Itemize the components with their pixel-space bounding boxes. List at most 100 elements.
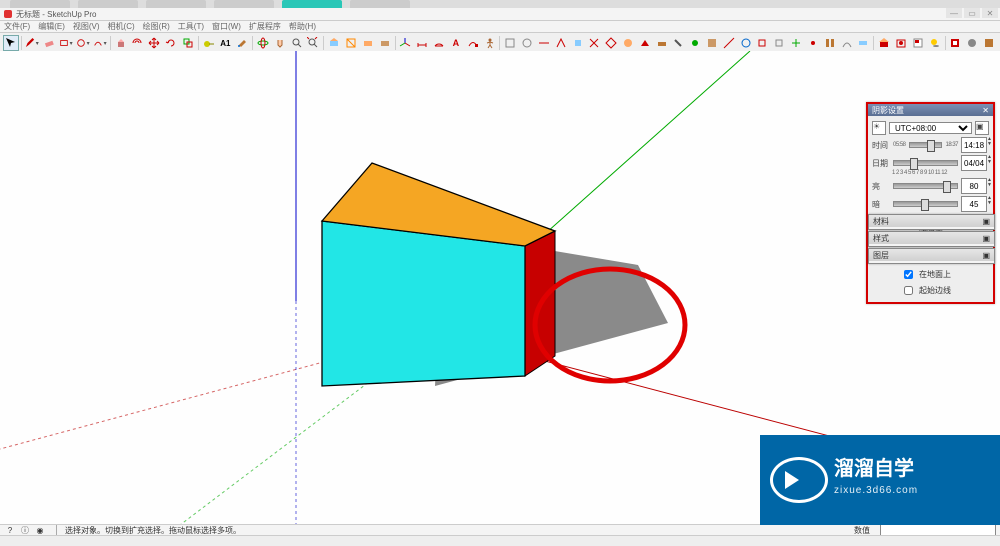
date-value-input[interactable] [961,155,987,171]
expand-icon[interactable]: ▣ [975,121,989,135]
tool-icon[interactable] [839,35,855,51]
time-slider[interactable] [909,142,943,148]
tool-icon[interactable] [519,35,535,51]
move-tool-icon[interactable] [146,35,162,51]
watermark: 溜溜自学 zixue.3d66.com [760,435,1000,525]
followme-tool-icon[interactable] [465,35,481,51]
menu-view[interactable]: 视图(V) [73,21,100,32]
walk-tool-icon[interactable] [482,35,498,51]
ext-warehouse-icon[interactable] [893,35,909,51]
menu-bar: 文件(F) 编辑(E) 视图(V) 相机(C) 绘图(R) 工具(T) 窗口(W… [0,21,1000,32]
rectangle-tool-icon[interactable] [58,35,74,51]
tool-icon[interactable] [738,35,754,51]
watermark-brand: 溜溜自学 [834,458,918,480]
tool-icon[interactable] [771,35,787,51]
tool-icon[interactable] [687,35,703,51]
close-button[interactable]: ✕ [982,8,998,18]
zoom-extents-icon[interactable] [306,35,322,51]
tool-icon[interactable] [788,35,804,51]
time-start: 05:58 [893,142,906,148]
shadow-toggle-icon[interactable]: ☀ [872,121,886,135]
tape-tool-icon[interactable] [201,35,217,51]
on-ground-label: 在地面上 [919,269,951,280]
menu-help[interactable]: 帮助(H) [289,21,316,32]
orbit-tool-icon[interactable] [255,35,271,51]
tool-icon[interactable] [637,35,653,51]
menu-ext[interactable]: 扩展程序 [249,21,281,32]
styles-panel[interactable]: 样式▣ [868,231,995,247]
tool-icon[interactable] [502,35,518,51]
tool-icon[interactable] [822,35,838,51]
panel-close-icon[interactable]: ✕ [982,106,989,115]
tool-icon[interactable] [570,35,586,51]
section-fill-icon[interactable] [377,35,393,51]
menu-edit[interactable]: 编辑(E) [38,21,65,32]
window-title: 无标题 - SketchUp Pro [16,9,96,20]
tool-icon[interactable] [721,35,737,51]
collapse-icon[interactable]: ▣ [982,251,990,260]
section-display-icon[interactable] [343,35,359,51]
tool-icon[interactable] [654,35,670,51]
layout-icon[interactable] [910,35,926,51]
rotate-tool-icon[interactable] [163,35,179,51]
from-edge-checkbox[interactable] [904,286,913,295]
tool-icon[interactable] [603,35,619,51]
tool-icon[interactable] [755,35,771,51]
tool-icon[interactable] [981,35,997,51]
menu-tools[interactable]: 工具(T) [178,21,204,32]
tool-icon[interactable] [805,35,821,51]
zoom-tool-icon[interactable] [289,35,305,51]
light-slider[interactable] [893,183,958,189]
timezone-select[interactable]: UTC+08:00 [889,122,972,134]
menu-draw[interactable]: 绘图(R) [143,21,170,32]
light-value-input[interactable] [961,178,987,194]
sketchup-logo-icon[interactable] [947,35,963,51]
tool-icon[interactable] [620,35,636,51]
menu-window[interactable]: 窗口(W) [212,21,241,32]
date-ticks: 1 2 3 4 5 6 7 8 9 10 11 12 [892,170,947,176]
menu-camera[interactable]: 相机(C) [108,21,135,32]
section-cut-icon[interactable] [360,35,376,51]
tool-icon[interactable] [586,35,602,51]
warehouse-icon[interactable] [876,35,892,51]
eraser-tool-icon[interactable] [41,35,57,51]
3dtext-tool-icon[interactable]: A [448,35,464,51]
pushpull-tool-icon[interactable] [113,35,129,51]
collapse-icon[interactable]: ▣ [982,234,990,243]
tool-icon[interactable] [553,35,569,51]
dark-label: 暗 [872,199,890,210]
section-tool-icon[interactable] [326,35,342,51]
time-value-input[interactable] [961,137,987,153]
dark-value-input[interactable] [961,196,987,212]
browser-tabs [0,0,1000,8]
offset-tool-icon[interactable] [129,35,145,51]
dimension-tool-icon[interactable] [414,35,430,51]
collapse-icon[interactable]: ▣ [982,217,990,226]
menu-file[interactable]: 文件(F) [4,21,30,32]
circle-tool-icon[interactable] [75,35,91,51]
minimize-button[interactable]: — [946,8,962,18]
scale-tool-icon[interactable] [180,35,196,51]
on-ground-checkbox[interactable] [904,270,913,279]
protractor-tool-icon[interactable] [431,35,447,51]
layers-panel[interactable]: 图层▣ [868,248,995,264]
shadow-settings-panel[interactable]: 阴影设置 ✕ ☀ UTC+08:00 ▣ 时间 05:58 18:37 ▲▼ [866,102,995,304]
tool-icon[interactable] [964,35,980,51]
tool-icon[interactable] [671,35,687,51]
pencil-tool-icon[interactable] [24,35,40,51]
pan-tool-icon[interactable] [272,35,288,51]
arc-tool-icon[interactable] [92,35,108,51]
paint-tool-icon[interactable] [234,35,250,51]
dark-slider[interactable] [893,201,958,207]
axes-tool-icon[interactable] [398,35,414,51]
watermark-sub: zixue.3d66.com [834,480,918,502]
text-tool-icon[interactable]: A1 [217,35,233,51]
maximize-button[interactable]: ▭ [964,8,980,18]
shadows-toggle-icon[interactable] [927,35,943,51]
tool-icon[interactable] [704,35,720,51]
materials-panel[interactable]: 材料▣ [868,214,995,230]
tool-icon[interactable] [855,35,871,51]
tool-icon[interactable] [536,35,552,51]
select-tool-icon[interactable] [3,35,19,51]
date-slider[interactable] [893,160,958,166]
